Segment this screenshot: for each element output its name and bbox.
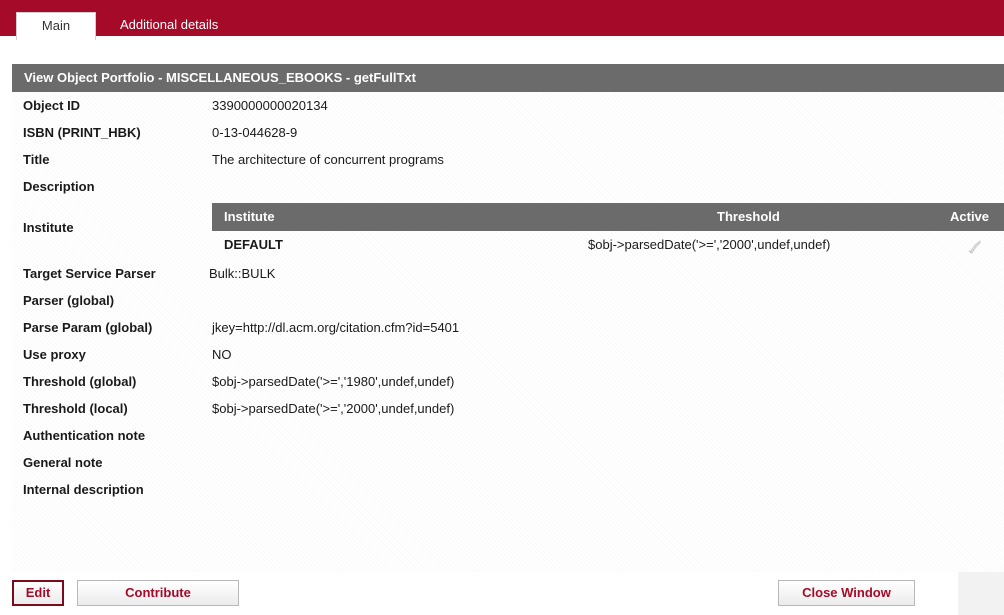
edit-button[interactable]: Edit [12, 580, 64, 606]
isbn-value: 0-13-044628-9 [212, 125, 298, 140]
general-note-label: General note [23, 455, 103, 470]
row-isbn: ISBN (PRINT_HBK) 0-13-044628-9 [12, 119, 1004, 146]
isbn-label: ISBN (PRINT_HBK) [23, 125, 141, 140]
target-parser-label: Target Service Parser [23, 266, 156, 281]
threshold-local-value: $obj->parsedDate('>=','2000',undef,undef… [212, 401, 455, 416]
institute-table: Institute Threshold Active DEFAULT $obj-… [212, 203, 1004, 259]
auth-note-label: Authentication note [23, 428, 146, 443]
parse-param-value: jkey=http://dl.acm.org/citation.cfm?id=5… [212, 320, 460, 335]
institute-column-header[interactable]: Institute [224, 203, 275, 231]
tab-main[interactable]: Main [16, 12, 96, 40]
threshold-column-header[interactable]: Threshold [717, 203, 780, 231]
check-icon[interactable] [967, 237, 983, 254]
row-threshold-local: Threshold (local) $obj->parsedDate('>=',… [12, 395, 1004, 422]
object-portfolio-panel: View Object Portfolio - MISCELLANEOUS_EB… [12, 64, 1004, 572]
internal-desc-label: Internal description [23, 482, 144, 497]
threshold-local-label: Threshold (local) [23, 401, 128, 416]
row-object-id: Object ID 3390000000020134 [12, 92, 1004, 119]
button-bar: Edit Contribute Close Window [0, 572, 1004, 615]
row-authentication-note: Authentication note [12, 422, 1004, 449]
row-general-note: General note [12, 449, 1004, 476]
panel-title: View Object Portfolio - MISCELLANEOUS_EB… [12, 64, 1004, 92]
row-target-service-parser: Target Service Parser Bulk::BULK [12, 260, 1004, 287]
object-id-value: 3390000000020134 [212, 98, 328, 113]
use-proxy-label: Use proxy [23, 347, 86, 362]
title-label: Title [23, 152, 50, 167]
parse-param-label: Parse Param (global) [23, 320, 153, 335]
tab-additional-details[interactable]: Additional details [108, 12, 230, 40]
close-window-button[interactable]: Close Window [778, 580, 915, 606]
target-parser-value: Bulk::BULK [209, 266, 276, 281]
row-use-proxy: Use proxy NO [12, 341, 1004, 368]
corner-block [958, 572, 1004, 615]
parser-global-label: Parser (global) [23, 293, 115, 308]
row-parse-param: Parse Param (global) jkey=http://dl.acm.… [12, 314, 1004, 341]
row-parser-global: Parser (global) [12, 287, 1004, 314]
threshold-cell: $obj->parsedDate('>=','2000',undef,undef… [588, 237, 831, 252]
row-description: Description [12, 173, 1004, 200]
use-proxy-value: NO [212, 347, 232, 362]
row-institute: Institute Institute Threshold Active DEF… [12, 200, 1004, 260]
object-id-label: Object ID [23, 98, 81, 113]
institute-table-header: Institute Threshold Active [212, 203, 1004, 231]
active-column-header[interactable]: Active [950, 203, 989, 231]
table-row: DEFAULT $obj->parsedDate('>=','2000',und… [212, 231, 1004, 259]
description-label: Description [23, 179, 95, 194]
title-value: The architecture of concurrent programs [212, 152, 444, 167]
contribute-button[interactable]: Contribute [77, 580, 239, 606]
institute-cell: DEFAULT [224, 237, 283, 252]
threshold-global-value: $obj->parsedDate('>=','1980',undef,undef… [212, 374, 455, 389]
institute-label: Institute [23, 220, 74, 235]
row-title: Title The architecture of concurrent pro… [12, 146, 1004, 173]
row-internal-description: Internal description [12, 476, 1004, 503]
row-threshold-global: Threshold (global) $obj->parsedDate('>='… [12, 368, 1004, 395]
tab-bar: Main Additional details [0, 0, 1004, 40]
threshold-global-label: Threshold (global) [23, 374, 137, 389]
